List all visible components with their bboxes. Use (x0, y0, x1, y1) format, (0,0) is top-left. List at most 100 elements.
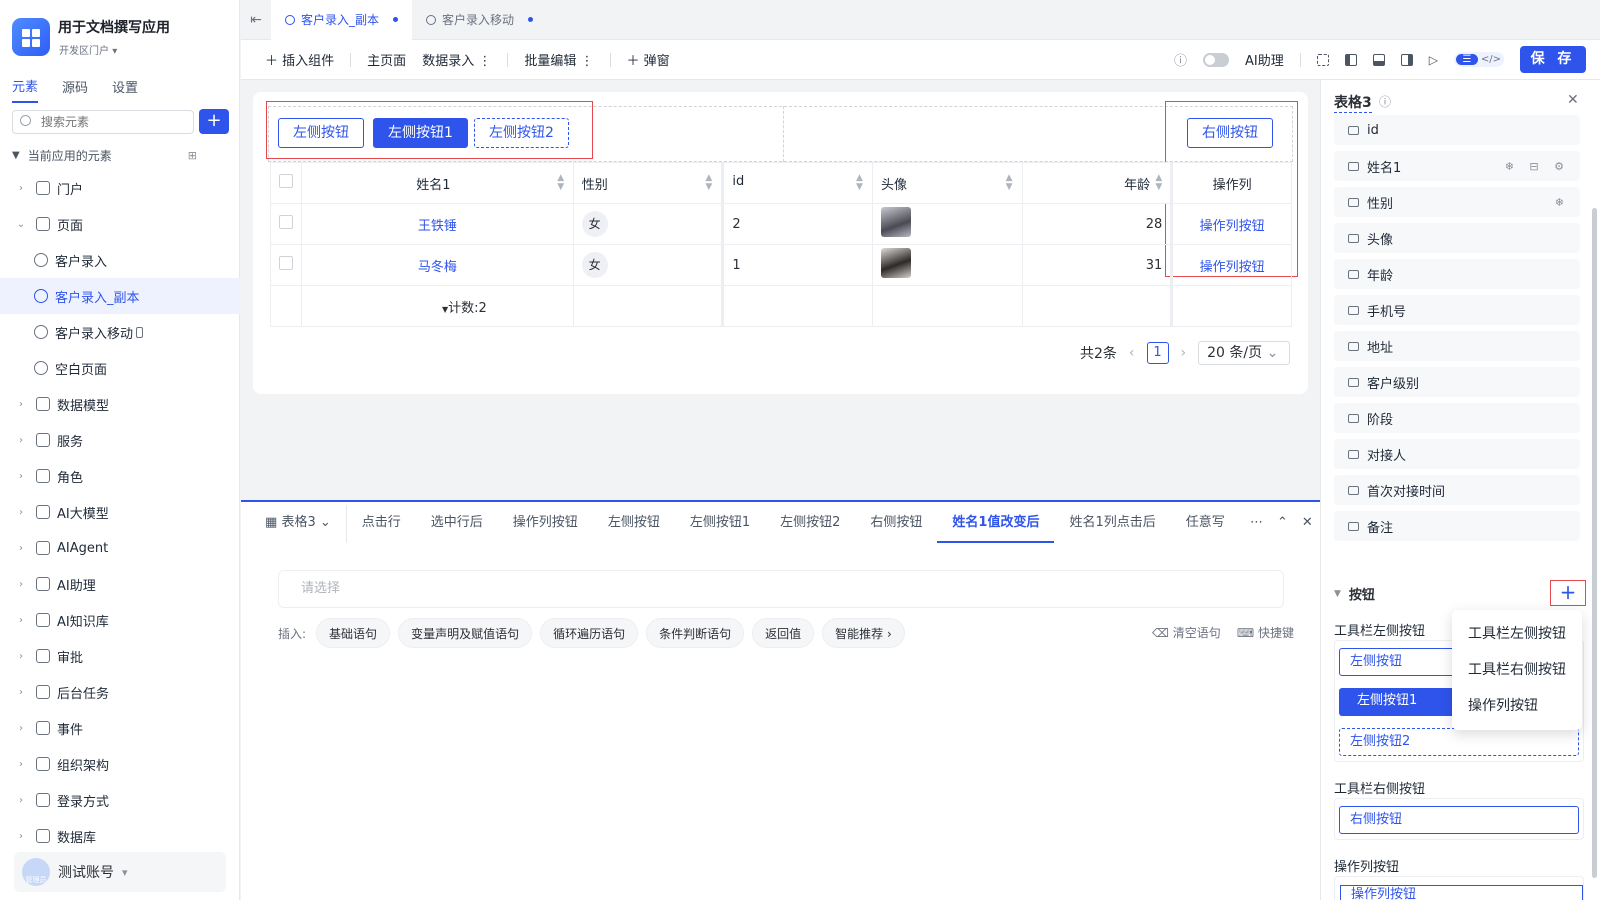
row-checkbox-cell[interactable] (270, 244, 302, 286)
field-item[interactable]: 首次对接时间 (1334, 475, 1580, 505)
sidebar-item[interactable]: › AI大模型 (0, 494, 240, 530)
field-item[interactable]: 对接人 (1334, 439, 1580, 469)
cfg-left-button-2[interactable]: 左侧按钮2 (1339, 728, 1579, 756)
header-gender[interactable]: 性别 ▲ ▼ (572, 162, 724, 204)
event-tab[interactable]: 右侧按钮 (855, 505, 937, 543)
field-actions-icon[interactable]: ❄ ⊟ ⚙ (1505, 160, 1570, 173)
panel-scrollbar[interactable] (1592, 208, 1597, 878)
sort-icon[interactable]: ▲ ▼ (557, 173, 565, 192)
collapse-sidebar-icon[interactable]: ⇤ (241, 12, 271, 28)
sidebar-item[interactable]: › AI知识库 (0, 602, 240, 638)
field-item[interactable]: 客户级别 (1334, 367, 1580, 397)
panel-right-icon[interactable] (1400, 53, 1413, 66)
page-size-select[interactable]: 20 条/页 ⌄ (1198, 341, 1291, 365)
popup-button[interactable]: ＋ 弹窗 (627, 50, 670, 69)
tab-elements[interactable]: 元素 (12, 76, 39, 103)
clear-statements-button[interactable]: ⌫ 清空语句 (1152, 624, 1221, 641)
field-item[interactable]: 性别 ❄ (1334, 187, 1580, 217)
insert-chip[interactable]: 基础语句 (316, 618, 391, 648)
account[interactable]: 管理员 测试账号 ▾ (14, 852, 226, 892)
more-icon[interactable]: ⋯ (1250, 515, 1263, 530)
insert-chip[interactable]: 返回值 (752, 618, 815, 648)
event-select-input[interactable]: 请选择 (278, 570, 1284, 608)
insert-chip[interactable]: 循环遍历语句 (540, 618, 639, 648)
row-checkbox-cell[interactable] (270, 203, 302, 245)
sort-icon[interactable]: ▲ ▼ (705, 173, 713, 192)
close-icon[interactable]: ✕ (1302, 515, 1313, 530)
event-tab[interactable]: 操作列按钮 (498, 505, 593, 543)
field-item[interactable]: 地址 (1334, 331, 1580, 361)
header-avatar[interactable]: 头像 ▲ ▼ (871, 162, 1023, 204)
field-item[interactable]: 年龄 (1334, 259, 1580, 289)
insert-chip[interactable]: 条件判断语句 (646, 618, 745, 648)
field-item[interactable]: 备注 (1334, 511, 1580, 541)
cfg-action-button[interactable]: 操作列按钮 (1340, 885, 1583, 900)
select-all-checkbox[interactable] (279, 174, 293, 188)
code-view-icon[interactable]: </> (1480, 54, 1502, 65)
collapse-icon[interactable]: ⊞ (188, 149, 197, 162)
collapse-icon[interactable]: ⌃ (1277, 515, 1288, 530)
field-item[interactable]: id (1334, 115, 1580, 145)
event-tab[interactable]: 左侧按钮 (593, 505, 675, 543)
summary-count[interactable]: ▼计数:2 (301, 285, 574, 327)
sidebar-item[interactable]: › 门户 (0, 170, 240, 206)
sidebar-item[interactable]: › 审批 (0, 638, 240, 674)
menu-item-toolbar-left[interactable]: 工具栏左侧按钮 (1452, 616, 1582, 652)
event-tab[interactable]: 姓名1列点击后 (1054, 505, 1170, 543)
right-button[interactable]: 右侧按钮 (1187, 118, 1273, 148)
event-tab[interactable]: 任意写 (1171, 505, 1240, 543)
buttons-section-header[interactable]: ▼ 按钮 (1334, 584, 1375, 603)
row-checkbox[interactable] (279, 256, 293, 270)
add-element-button[interactable]: + (199, 109, 229, 134)
save-button[interactable]: 保 存 (1520, 46, 1586, 73)
sidebar-item[interactable]: 空白页面 (0, 350, 240, 386)
header-checkbox-cell[interactable] (270, 162, 302, 204)
tab-page-copy[interactable]: 客户录入_副本 (271, 0, 413, 40)
app-subtitle[interactable]: 开发区门户 ▾ (59, 42, 117, 57)
sidebar-item[interactable]: › 后台任务 (0, 674, 240, 710)
sidebar-item[interactable]: › 数据库 (0, 818, 240, 854)
sidebar-item[interactable]: › 数据模型 (0, 386, 240, 422)
left-button[interactable]: 左侧按钮 (278, 118, 364, 148)
header-id[interactable]: id ▲ ▼ (721, 162, 873, 204)
tree-head[interactable]: ▼ 当前应用的元素 ⊞ (12, 147, 197, 164)
header-age[interactable]: 年龄 ▲ ▼ (1021, 162, 1173, 204)
page-1[interactable]: 1 (1146, 342, 1169, 364)
cfg-right-button[interactable]: 右侧按钮 (1339, 806, 1579, 834)
home-page-button[interactable]: 主页面 (367, 50, 406, 69)
panel-left-icon[interactable] (1344, 53, 1357, 66)
batch-edit-button[interactable]: 批量编辑 ⋮ (524, 50, 593, 69)
search-input[interactable] (12, 110, 194, 134)
event-tab[interactable]: 姓名1值改变后 (937, 505, 1055, 543)
sidebar-item[interactable]: › AIAgent (0, 530, 240, 566)
insert-component-button[interactable]: ＋ 插入组件 (265, 50, 334, 69)
sidebar-item[interactable]: 客户录入 (0, 242, 240, 278)
play-icon[interactable]: ▷ (1429, 53, 1438, 67)
cell-action[interactable]: 操作列按钮 (1170, 203, 1292, 245)
field-item[interactable]: 头像 (1334, 223, 1580, 253)
sort-icon[interactable]: ▲ ▼ (856, 174, 864, 192)
close-icon[interactable]: ✕ (1567, 92, 1579, 108)
insert-chip[interactable]: 智能推荐 › (822, 618, 905, 648)
table-row[interactable]: 马冬梅女 1 31 操作列按钮 (270, 244, 1292, 286)
tab-source[interactable]: 源码 (62, 77, 88, 102)
prev-page-button[interactable]: ‹ (1129, 345, 1135, 361)
field-item[interactable]: 手机号 (1334, 295, 1580, 325)
sidebar-item[interactable]: › 事件 (0, 710, 240, 746)
next-page-button[interactable]: › (1181, 345, 1187, 361)
sidebar-item[interactable]: › 登录方式 (0, 782, 240, 818)
field-item[interactable]: 姓名1 ❄ ⊟ ⚙ (1334, 151, 1580, 181)
menu-item-action-column[interactable]: 操作列按钮 (1452, 688, 1582, 724)
row-checkbox[interactable] (279, 215, 293, 229)
help-icon[interactable]: ⓘ (1174, 50, 1187, 69)
sidebar-item[interactable]: ⌄ 页面 (0, 206, 240, 242)
shortcut-button[interactable]: ⌨ 快捷键 (1237, 624, 1294, 641)
menu-item-toolbar-right[interactable]: 工具栏右侧按钮 (1452, 652, 1582, 688)
table-row[interactable]: 王铁锤女 2 28 操作列按钮 (270, 203, 1292, 245)
event-tab[interactable]: 点击行 (347, 505, 416, 543)
view-toggle[interactable]: ☰ </> (1454, 52, 1504, 67)
event-tab[interactable]: 左侧按钮2 (765, 505, 855, 543)
sidebar-item[interactable]: › AI助理 (0, 566, 240, 602)
panel-bottom-icon[interactable] (1372, 53, 1385, 66)
sort-icon[interactable]: ▲ ▼ (1006, 173, 1014, 192)
